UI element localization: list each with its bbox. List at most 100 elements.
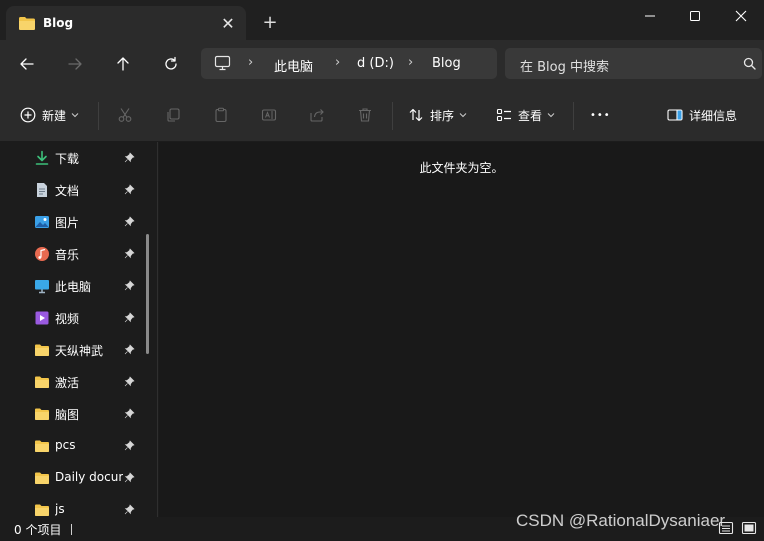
folder-icon — [35, 504, 49, 516]
arrow-left-icon — [20, 58, 34, 70]
sort-button[interactable]: 排序 — [408, 102, 467, 128]
pin-icon[interactable] — [124, 344, 135, 355]
more-options-button[interactable]: ••• — [590, 102, 611, 128]
document-icon — [37, 183, 47, 197]
sidebar-item-folder[interactable]: 脑图 — [0, 398, 145, 430]
maximize-icon — [690, 11, 700, 21]
file-list[interactable]: 此文件夹为空。 — [159, 142, 764, 517]
sidebar-item-documents[interactable]: 文档 — [0, 174, 145, 206]
sidebar-item-label: js — [55, 502, 65, 516]
sidebar-item-music[interactable]: 音乐 — [0, 238, 145, 270]
view-button[interactable]: 查看 — [496, 102, 555, 128]
search-input[interactable]: 在 Blog 中搜索 — [505, 48, 762, 79]
breadcrumb-separator: › — [335, 55, 341, 70]
folder-icon — [35, 472, 49, 484]
pin-icon[interactable] — [124, 376, 135, 387]
add-circle-icon — [20, 107, 36, 123]
pin-icon[interactable] — [124, 472, 135, 483]
copy-button[interactable] — [165, 102, 181, 128]
pin-icon[interactable] — [124, 504, 135, 515]
new-button[interactable]: 新建 — [20, 102, 79, 128]
refresh-button[interactable] — [158, 51, 184, 77]
sidebar-item-folder[interactable]: js — [0, 494, 145, 517]
sidebar-item-label: 音乐 — [55, 248, 80, 262]
folder-icon — [35, 344, 49, 356]
view-list-icon — [496, 108, 511, 122]
tab-title: Blog — [43, 16, 74, 30]
address-bar[interactable]: › 此电脑 › d (D:) › Blog — [201, 48, 497, 79]
sidebar-item-folder[interactable]: 激活 — [0, 366, 145, 398]
sidebar-item-label: 视频 — [55, 312, 80, 326]
forward-button[interactable] — [62, 51, 88, 77]
pin-icon[interactable] — [124, 312, 135, 323]
pin-icon[interactable] — [124, 216, 135, 227]
tab-blog[interactable]: Blog ✕ — [6, 6, 246, 40]
refresh-icon — [165, 56, 177, 70]
new-label: 新建 — [42, 108, 67, 123]
details-view-icon[interactable] — [718, 520, 734, 536]
sidebar-item-folder[interactable]: pcs — [0, 430, 145, 462]
sidebar-item-folder[interactable]: 天纵神武 — [0, 334, 145, 366]
navigation-pane: 下载 文档 图片 音乐 此电脑 视频 天纵神武 激活 脑图 pcs Daily … — [0, 142, 158, 517]
breadcrumb-separator: › — [408, 55, 414, 70]
tiles-view-icon[interactable] — [741, 520, 757, 536]
search-icon — [743, 57, 756, 70]
close-window-button[interactable] — [719, 4, 763, 28]
tab-close-button[interactable]: ✕ — [218, 13, 238, 33]
sidebar-item-downloads[interactable]: 下载 — [0, 142, 145, 174]
video-icon — [35, 311, 49, 325]
cut-button[interactable] — [117, 102, 133, 128]
pin-icon[interactable] — [124, 440, 135, 451]
sidebar-item-videos[interactable]: 视频 — [0, 302, 145, 334]
up-button[interactable] — [110, 51, 136, 77]
sort-label: 排序 — [430, 108, 455, 123]
arrow-right-icon — [68, 58, 82, 70]
pin-icon[interactable] — [124, 408, 135, 419]
view-label: 查看 — [518, 108, 543, 123]
sidebar-item-label: 图片 — [55, 216, 80, 230]
title-bar: Blog ✕ + — [0, 0, 764, 40]
sidebar-item-pictures[interactable]: 图片 — [0, 206, 145, 238]
picture-icon — [35, 216, 49, 228]
delete-button[interactable] — [357, 102, 373, 128]
maximize-button[interactable] — [673, 4, 717, 28]
new-tab-button[interactable]: + — [258, 12, 282, 36]
scissors-icon — [118, 108, 132, 122]
back-button[interactable] — [14, 51, 40, 77]
pin-icon[interactable] — [124, 280, 135, 291]
breadcrumb-blog[interactable]: Blog — [432, 56, 461, 71]
empty-folder-message: 此文件夹为空。 — [419, 161, 504, 175]
item-count: 0 个项目 — [14, 523, 62, 537]
pin-icon[interactable] — [124, 248, 135, 259]
share-button[interactable] — [309, 102, 325, 128]
sidebar-item-label: 文档 — [55, 184, 80, 198]
details-pane-button[interactable]: 详细信息 — [667, 102, 737, 128]
sidebar-item-label: 脑图 — [55, 408, 80, 422]
sidebar-item-this-pc[interactable]: 此电脑 — [0, 270, 145, 302]
sidebar-scrollbar[interactable] — [146, 234, 149, 354]
folder-icon — [35, 408, 49, 420]
toolbar-divider — [573, 102, 574, 130]
search-placeholder: 在 Blog 中搜索 — [520, 60, 610, 75]
rename-icon — [261, 109, 277, 121]
minimize-icon — [645, 15, 655, 17]
details-pane-icon — [667, 109, 683, 121]
folder-icon — [19, 17, 35, 30]
sidebar-item-label: Daily document — [55, 470, 123, 484]
share-icon — [310, 109, 324, 122]
copy-icon — [167, 108, 180, 122]
sidebar-item-label: 下载 — [55, 152, 80, 166]
rename-button[interactable] — [261, 102, 277, 128]
sidebar-item-label: 激活 — [55, 376, 80, 390]
paste-button[interactable] — [213, 102, 229, 128]
sidebar-item-label: 此电脑 — [55, 280, 92, 294]
sidebar-item-folder[interactable]: Daily document — [0, 462, 145, 494]
breadcrumb-drive-d[interactable]: d (D:) — [357, 56, 394, 71]
minimize-button[interactable] — [628, 4, 672, 28]
pin-icon[interactable] — [124, 152, 135, 163]
sidebar-item-label: 天纵神武 — [55, 344, 104, 358]
command-bar: 新建 排序 查看 ••• 详细信息 — [0, 88, 764, 142]
sort-icon — [409, 108, 423, 122]
pin-icon[interactable] — [124, 184, 135, 195]
breadcrumb-this-pc[interactable]: 此电脑 — [274, 56, 313, 75]
